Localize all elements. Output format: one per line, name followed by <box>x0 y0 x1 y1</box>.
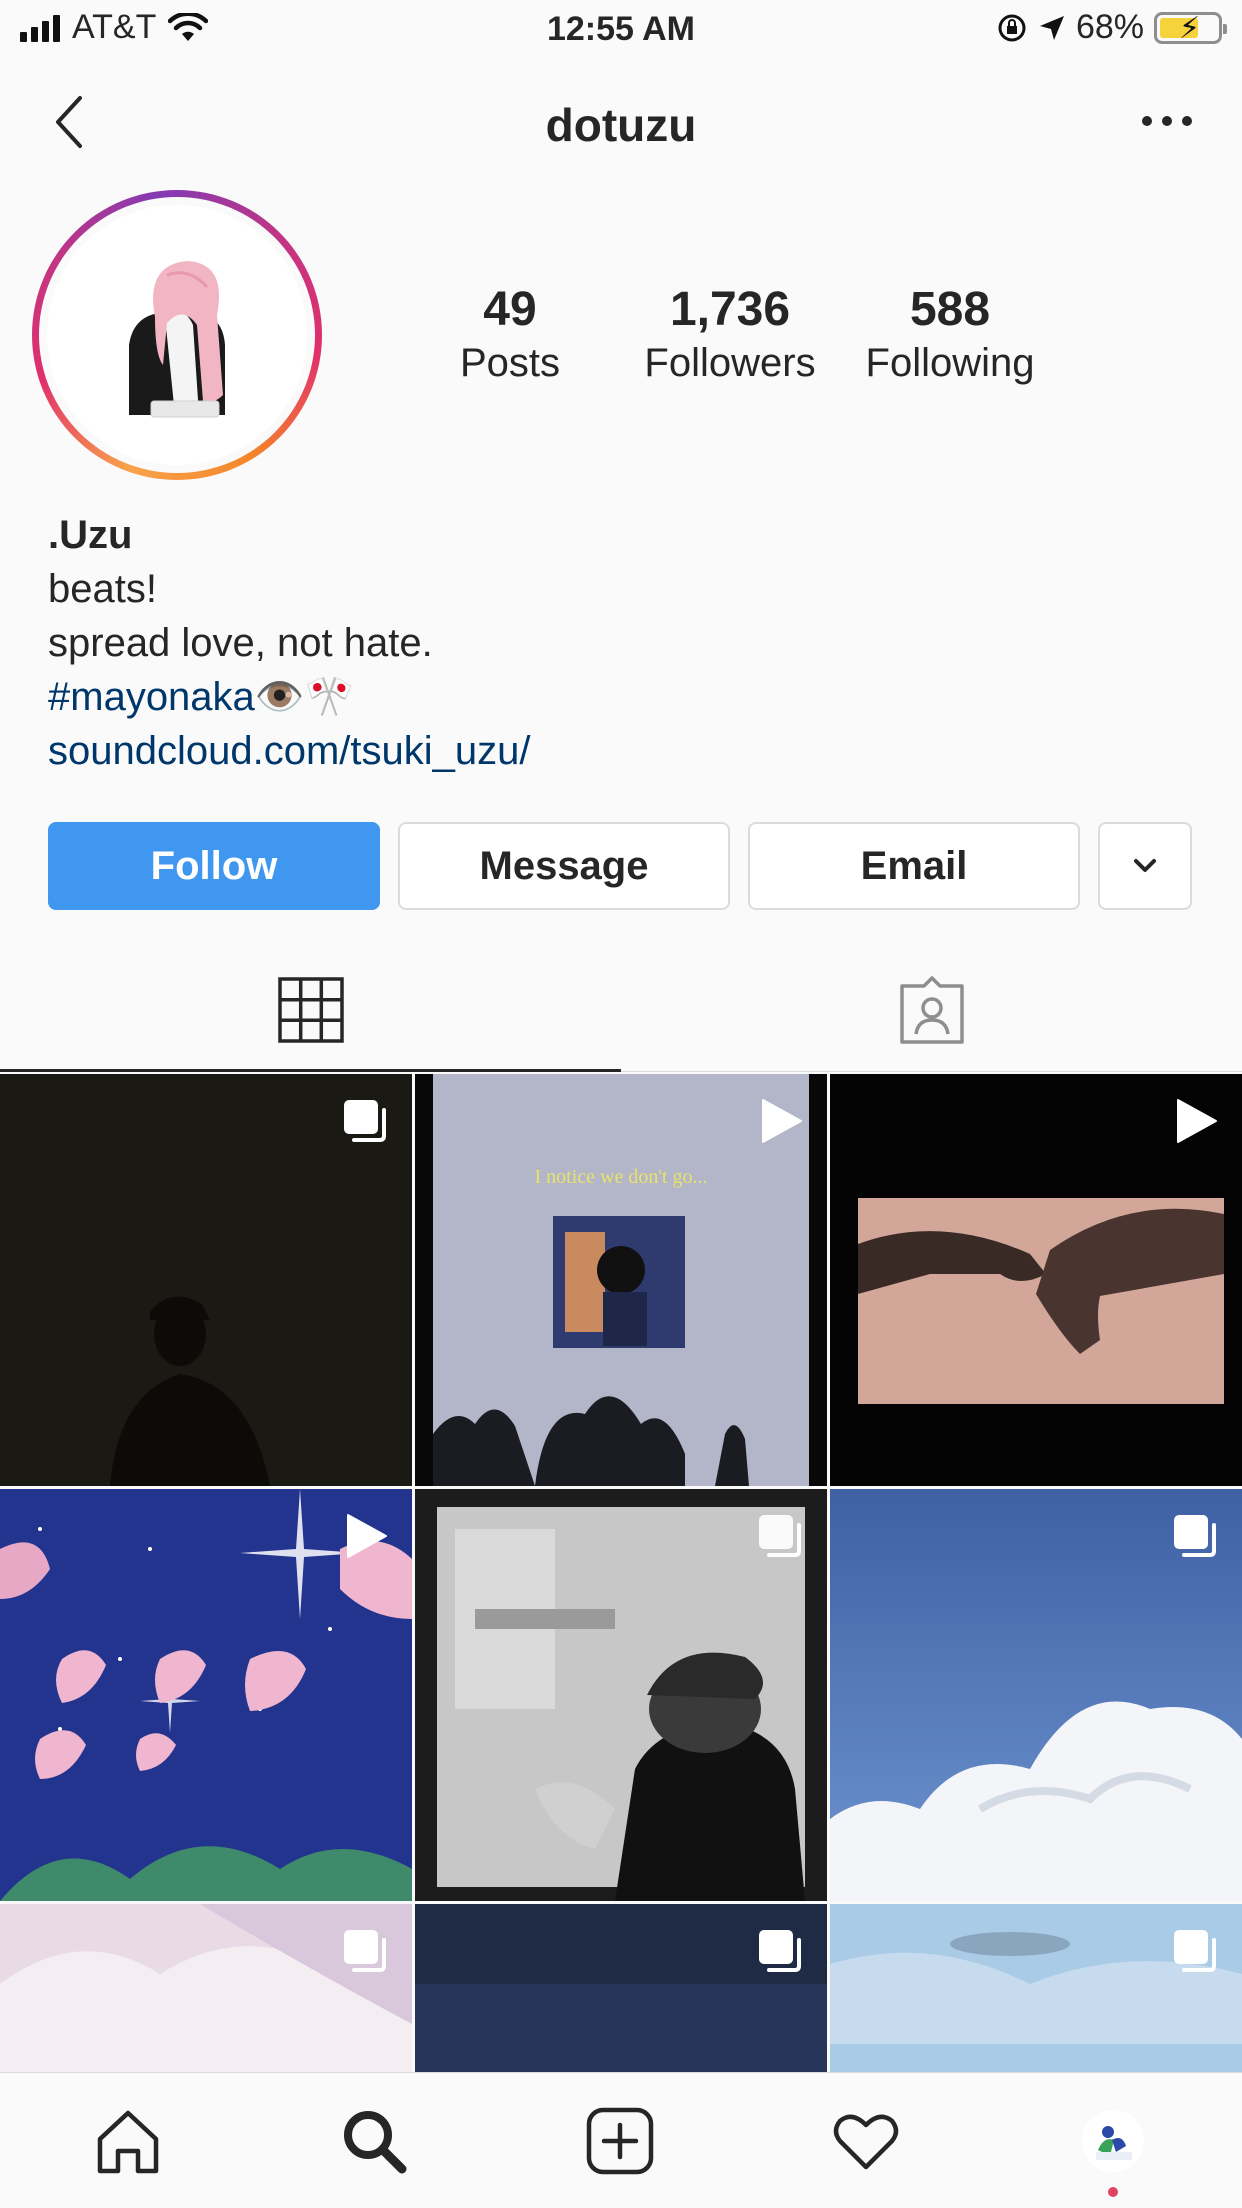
post-tile[interactable] <box>830 1904 1242 2072</box>
battery-icon: ⚡ <box>1154 11 1227 45</box>
nav-search[interactable] <box>334 2101 414 2181</box>
status-right: 68% ⚡ <box>996 8 1227 47</box>
carousel-icon <box>1174 1515 1216 1557</box>
grid-icon <box>277 976 344 1043</box>
post-caption-text: I notice we don't go... <box>534 1166 708 1188</box>
story-ring[interactable] <box>32 190 322 480</box>
website-link[interactable]: soundcloud.com/tsuki_uzu/ <box>48 724 531 778</box>
profile-stats: 49 Posts 1,736 Followers 588 Following <box>400 282 1060 386</box>
nav-new-post[interactable] <box>580 2101 660 2181</box>
notification-dot <box>1108 2187 1118 2197</box>
post-tile[interactable] <box>415 1489 827 1901</box>
carousel-icon <box>1174 1930 1216 1972</box>
home-icon <box>97 2110 159 2174</box>
carousel-icon <box>344 1100 386 1142</box>
video-play-icon <box>1177 1099 1217 1143</box>
more-options-icon[interactable] <box>1132 96 1202 146</box>
nav-profile[interactable] <box>1073 2101 1153 2181</box>
search-icon <box>344 2111 407 2174</box>
carousel-icon <box>759 1515 801 1557</box>
username-title: dotuzu <box>545 99 697 151</box>
stat-label: Posts <box>459 341 561 385</box>
video-play-icon <box>347 1514 387 1558</box>
add-post-icon <box>586 2107 654 2175</box>
tagged-person-icon <box>899 975 964 1044</box>
post-tile[interactable] <box>830 1489 1242 1901</box>
follow-button[interactable]: Follow <box>48 822 380 910</box>
video-play-icon <box>762 1099 802 1143</box>
display-name: .Uzu <box>48 513 133 557</box>
carousel-icon <box>344 1930 386 1972</box>
heart-icon <box>833 2114 899 2170</box>
post-tile[interactable] <box>0 1074 412 1486</box>
profile-actions: Follow Message Email <box>48 822 1194 910</box>
orientation-lock-icon <box>998 14 1026 41</box>
location-arrow-icon <box>1039 15 1064 40</box>
posts-count[interactable]: 49 Posts <box>400 282 620 386</box>
bottom-tab-bar <box>0 2072 1242 2208</box>
suggested-accounts-button[interactable] <box>1098 822 1192 910</box>
hashtag-emoji: 👁️🎌 <box>254 675 355 719</box>
stat-value: 588 <box>909 283 991 336</box>
avatar[interactable] <box>47 205 307 465</box>
battery-percent: 68% <box>1075 8 1144 46</box>
message-button[interactable]: Message <box>398 822 730 910</box>
hashtag-link[interactable]: #mayonaka <box>48 675 255 719</box>
chevron-down-icon <box>1134 859 1156 872</box>
nav-home[interactable] <box>88 2101 168 2181</box>
bio-line: spread love, not hate. <box>48 621 433 665</box>
post-tile[interactable] <box>415 1904 827 2072</box>
nav-activity[interactable] <box>826 2101 906 2181</box>
post-tile[interactable]: I notice we don't go... <box>415 1074 827 1486</box>
posts-grid: I notice we don't go... <box>0 1074 1242 2072</box>
tab-tagged[interactable] <box>621 950 1242 1072</box>
post-tile[interactable] <box>0 1489 412 1901</box>
profile-logo-icon <box>1082 2110 1144 2172</box>
profile-header: dotuzu <box>0 72 1242 182</box>
post-tile[interactable] <box>0 1904 412 2072</box>
avatar-illustration <box>47 205 307 465</box>
following-count[interactable]: 588 Following <box>840 282 1060 386</box>
post-tile[interactable] <box>830 1074 1242 1486</box>
profile-bio: .Uzu beats! spread love, not hate. #mayo… <box>48 508 531 778</box>
profile-tabs <box>0 950 1242 1072</box>
stat-label: Followers <box>644 341 816 385</box>
carousel-icon <box>759 1930 801 1972</box>
stat-value: 49 <box>483 283 537 336</box>
email-button[interactable]: Email <box>748 822 1080 910</box>
profile-thumbnail <box>1082 2110 1144 2172</box>
hashtag-line: #mayonaka👁️🎌 <box>48 670 531 724</box>
charging-bolt-icon: ⚡ <box>1179 11 1201 45</box>
stat-value: 1,736 <box>669 283 791 336</box>
stat-label: Following <box>865 341 1035 385</box>
followers-count[interactable]: 1,736 Followers <box>620 282 840 386</box>
avatar-border <box>39 197 315 473</box>
bio-line: beats! <box>48 567 157 611</box>
tab-posts-grid[interactable] <box>0 950 621 1072</box>
status-bar: AT&T 12:55 AM 68% ⚡ <box>0 0 1242 62</box>
